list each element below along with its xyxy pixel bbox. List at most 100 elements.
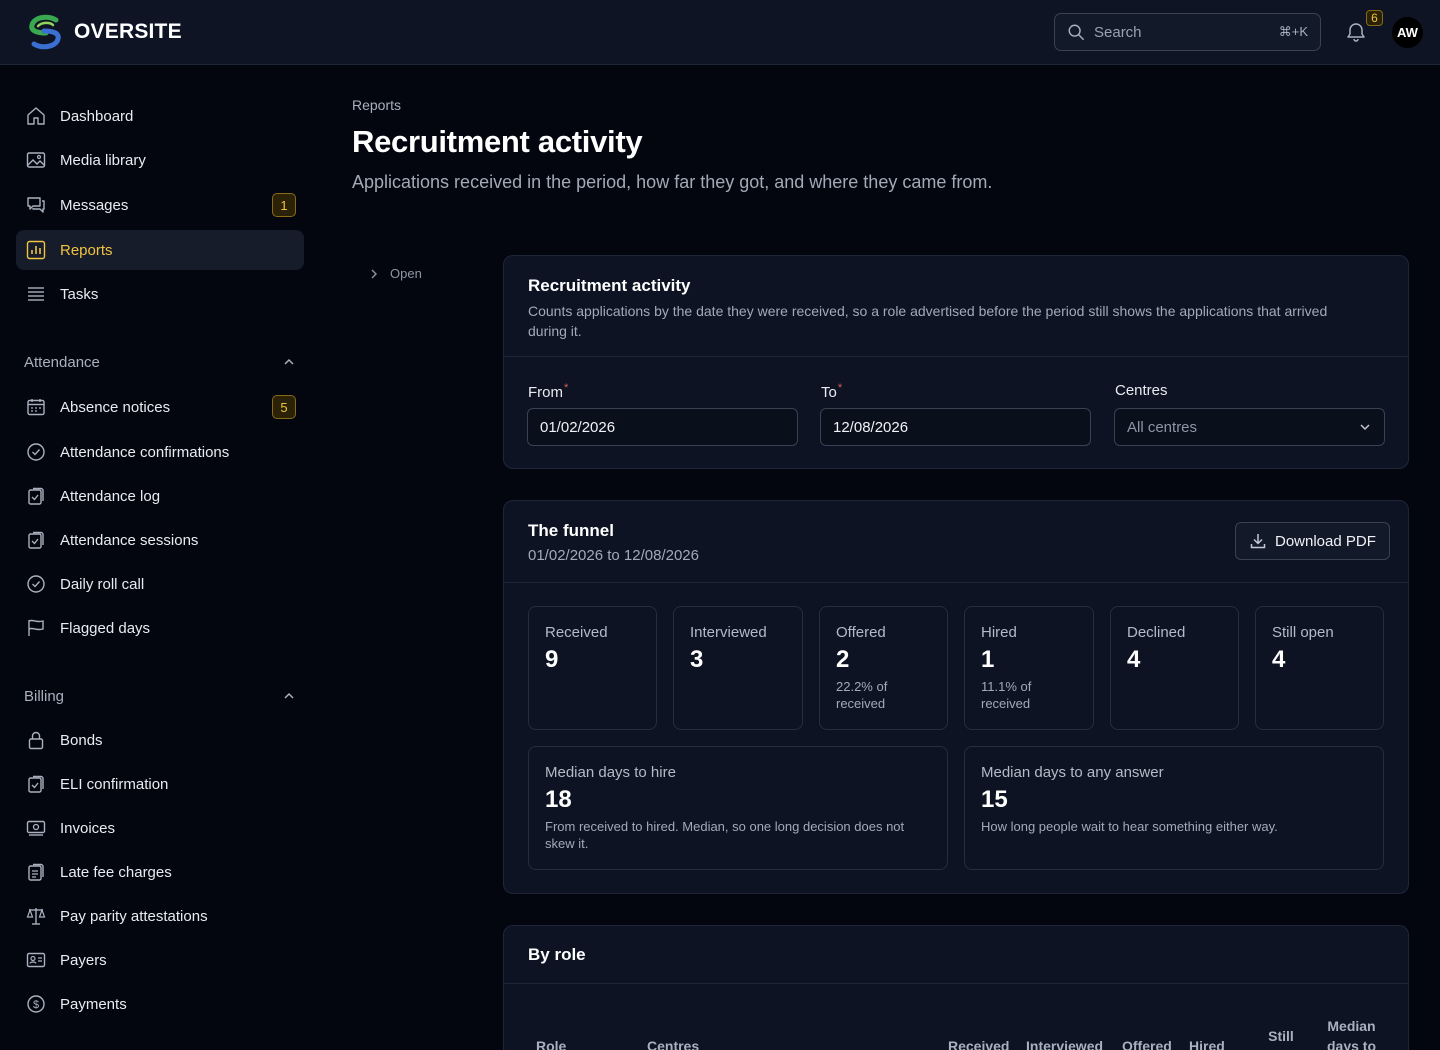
sidebar-item-bonds[interactable]: Bonds (16, 720, 304, 760)
breadcrumb[interactable]: Reports (352, 97, 401, 113)
column-header-interviewed[interactable]: Interviewed (1026, 1036, 1103, 1050)
to-label: To* (821, 382, 842, 401)
sidebar-item-label: Absence notices (60, 398, 171, 416)
sidebar-item-label: Payments (60, 995, 127, 1013)
sidebar-item-attendance-confirmations[interactable]: Attendance confirmations (16, 432, 304, 472)
column-header-hired[interactable]: Hired (1189, 1036, 1225, 1050)
sidebar: Dashboard Media library Messages 1 Repor… (0, 65, 320, 1050)
filters-card-title: Recruitment activity (528, 276, 691, 295)
attendance-group-toggle[interactable]: Attendance (24, 350, 296, 374)
stat-value: 4 (1272, 646, 1286, 673)
sidebar-item-messages[interactable]: Messages 1 (16, 185, 304, 225)
stat-note: From received to hired. Median, so one l… (545, 819, 905, 851)
clipboard-check-icon (28, 531, 44, 549)
image-icon (26, 152, 46, 168)
open-toggle[interactable]: Open (368, 266, 422, 281)
centres-select[interactable]: All centres (1114, 408, 1385, 446)
sidebar-item-pay-parity-attestations[interactable]: Pay parity attestations (16, 896, 304, 936)
sidebar-item-label: Media library (60, 151, 146, 169)
sidebar-item-absence-notices[interactable]: Absence notices 5 (16, 387, 304, 427)
by-role-card: By role Role Centres Received Interviewe… (503, 925, 1409, 1050)
stat-declined: Declined 4 (1110, 606, 1239, 730)
attendance-group-label: Attendance (24, 353, 100, 371)
sidebar-item-flagged-days[interactable]: Flagged days (16, 608, 304, 648)
sidebar-item-late-fee-charges[interactable]: Late fee charges (16, 852, 304, 892)
absence-notices-count-badge: 5 (272, 395, 296, 419)
app-logo[interactable]: OVERSITE (26, 13, 182, 51)
sidebar-item-tasks[interactable]: Tasks (16, 274, 304, 314)
sidebar-item-payers[interactable]: Payers (16, 940, 304, 980)
stat-label: Declined (1127, 624, 1186, 641)
stat-label: Hired (981, 624, 1017, 641)
from-date-input[interactable]: 01/02/2026 (527, 408, 798, 446)
lock-icon (28, 731, 44, 750)
sidebar-item-label: Attendance log (60, 487, 161, 505)
stat-label: Received (545, 624, 608, 641)
stat-value: 2 (836, 646, 850, 673)
column-header-role[interactable]: Role (536, 1036, 566, 1050)
search-icon (1068, 24, 1084, 40)
sidebar-item-label: Daily roll call (60, 575, 145, 593)
stat-offered: Offered 2 22.2% of received (819, 606, 948, 730)
sidebar-item-reports[interactable]: Reports (16, 230, 304, 270)
stat-median-days-to-hire: Median days to hire 18 From received to … (528, 746, 948, 870)
sidebar-item-dashboard[interactable]: Dashboard (16, 96, 304, 136)
download-pdf-button[interactable]: Download PDF (1235, 522, 1390, 560)
bell-icon[interactable] (1344, 20, 1368, 44)
billing-group-label: Billing (24, 687, 65, 705)
check-circle-icon (27, 443, 45, 461)
column-header-offered[interactable]: Offered (1122, 1036, 1172, 1050)
stat-interviewed: Interviewed 3 (673, 606, 803, 730)
funnel-card-title: The funnel (528, 521, 614, 540)
by-role-title: By role (528, 945, 586, 964)
column-header-centres[interactable]: Centres (647, 1036, 699, 1050)
sidebar-item-label: Tasks (60, 285, 99, 303)
top-bar: OVERSITE Search ⌘+K 6 AW (0, 0, 1440, 65)
sidebar-item-daily-roll-call[interactable]: Daily roll call (16, 564, 304, 604)
required-marker: * (837, 382, 843, 394)
user-avatar[interactable]: AW (1392, 17, 1423, 48)
stat-value: 3 (690, 646, 704, 673)
search-placeholder: Search (1094, 23, 1142, 41)
sidebar-item-label: Attendance sessions (60, 531, 199, 549)
stat-hired: Hired 1 11.1% of received (964, 606, 1094, 730)
svg-text:$: $ (33, 999, 39, 1011)
receipt-icon (28, 863, 44, 881)
sidebar-item-attendance-log[interactable]: Attendance log (16, 476, 304, 516)
search-box[interactable]: Search ⌘+K (1054, 13, 1321, 51)
to-label-text: To (821, 384, 837, 401)
sidebar-item-eli-confirmation[interactable]: ELI confirmation (16, 764, 304, 804)
sidebar-item-label: Late fee charges (60, 863, 172, 881)
to-date-input[interactable]: 12/08/2026 (820, 408, 1091, 446)
stat-note: 22.2% of received (836, 679, 888, 711)
check-circle-icon (27, 575, 45, 593)
filters-card-description: Counts applications by the date they wer… (528, 303, 1328, 339)
dollar-circle-icon: $ (27, 995, 45, 1013)
clipboard-check-icon (28, 487, 44, 505)
flag-icon (28, 619, 44, 636)
oversite-logo-icon (29, 14, 61, 50)
scale-icon (26, 908, 46, 925)
stat-value: 1 (981, 646, 995, 673)
sidebar-item-label: Messages (60, 196, 129, 214)
banknote-icon (26, 820, 46, 836)
centres-label: Centres (1115, 382, 1168, 399)
sidebar-item-invoices[interactable]: Invoices (16, 808, 304, 848)
calendar-icon (27, 399, 45, 416)
sidebar-item-media-library[interactable]: Media library (16, 140, 304, 180)
funnel-date-range: 01/02/2026 to 12/08/2026 (528, 547, 699, 564)
open-toggle-label: Open (390, 266, 422, 281)
sidebar-item-payments[interactable]: $ Payments (16, 984, 304, 1024)
billing-group-toggle[interactable]: Billing (24, 684, 296, 708)
divider (504, 983, 1408, 984)
column-header-still-open[interactable]: Still open (1259, 1026, 1303, 1050)
messages-count-badge: 1 (272, 193, 296, 217)
notification-count-badge: 6 (1366, 10, 1383, 26)
column-header-received[interactable]: Received (948, 1036, 1009, 1050)
sidebar-item-attendance-sessions[interactable]: Attendance sessions (16, 520, 304, 560)
chevron-up-icon (284, 358, 294, 365)
sidebar-item-label: Pay parity attestations (60, 907, 208, 925)
column-header-median-days-to-hire[interactable]: Median days to hire (1319, 1016, 1384, 1050)
chevron-down-icon (1360, 424, 1370, 431)
centres-select-value: All centres (1127, 418, 1198, 436)
